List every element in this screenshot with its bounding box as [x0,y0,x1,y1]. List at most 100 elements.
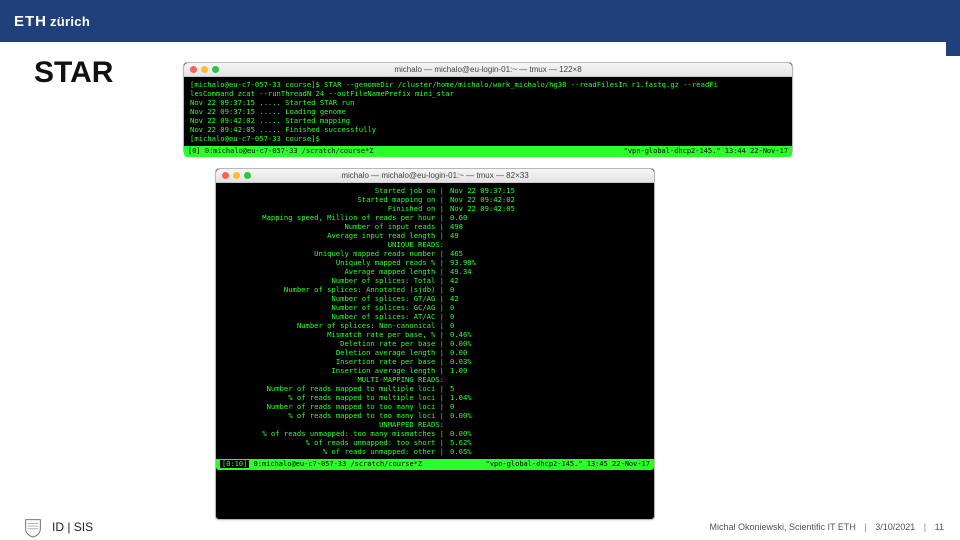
log-value: Nov 22 09:42:05 [447,204,617,213]
terminal1-body: [michalo@eu-c7-057-33 course]$ STAR --ge… [184,77,792,146]
log-label: Number of splices: Non-canonical | [222,321,447,330]
log-value: 1.04% [447,393,617,402]
log-value: 0.00 [447,348,617,357]
zoom-icon[interactable] [244,172,251,179]
log-label: UNMAPPED READS: [222,420,447,429]
log-row: Number of reads mapped to too many loci … [222,402,648,411]
log-row: Deletion average length |0.00 [222,348,648,357]
log-value: 0.05% [447,447,617,456]
log-label: Insertion average length | [222,366,447,375]
log-value: 0 [447,321,617,330]
terminal2-statusbar: [0:10] 0:michalo@eu-c7-057-33 /scratch/c… [216,459,654,470]
log-label: Started mapping on | [222,195,447,204]
terminal1-status-right: "vpn-global-dhcp2-145." 13:44 22-Nov-17 [624,147,788,156]
log-value: 0 [447,402,617,411]
log-row: Finished on |Nov 22 09:42:05 [222,204,648,213]
terminal2-body: Started job on |Nov 22 09:37:15Started m… [216,183,654,459]
terminal2-title: michalo — michalo@eu-login-01:~ — tmux —… [341,171,528,180]
log-label: Average mapped length | [222,267,447,276]
log-value: 0 [447,285,617,294]
minimize-icon[interactable] [201,66,208,73]
log-label: % of reads unmapped: too short | [222,438,447,447]
log-label: Number of splices: Total | [222,276,447,285]
header-bar: ETH zürich [0,0,960,42]
footer-page: 11 [935,522,944,532]
terminal1-statusbar: [0] 0:michalo@eu-c7-057-33 /scratch/cour… [184,146,792,157]
log-row: Number of splices: Annotated (sjdb) |0 [222,285,648,294]
log-row: Insertion rate per base |0.03% [222,357,648,366]
log-value: Nov 22 09:42:02 [447,195,617,204]
log-row: % of reads unmapped: too many mismatches… [222,429,648,438]
log-label: Average input read length | [222,231,447,240]
log-row: Average input read length |49 [222,231,648,240]
log-value [447,240,617,249]
log-value: 93.98% [447,258,617,267]
log-value: 0.03% [447,357,617,366]
log-label: Number of input reads | [222,222,447,231]
log-row: Deletion rate per base |0.00% [222,339,648,348]
terminal-window-command: michalo — michalo@eu-login-01:~ — tmux —… [183,62,793,154]
log-row: % of reads unmapped: too short |5.62% [222,438,648,447]
footer-meta: Michal Okoniewski, Scientific IT ETH | 3… [709,522,944,532]
zoom-icon[interactable] [212,66,219,73]
log-row: MULTI-MAPPING READS: [222,375,648,384]
minimize-icon[interactable] [233,172,240,179]
log-row: Mismatch rate per base, % |0.46% [222,330,648,339]
slide-title: STAR [34,56,113,90]
log-value: 49 [447,231,617,240]
log-row: Average mapped length |49.34 [222,267,648,276]
log-label: Number of reads mapped to too many loci … [222,402,447,411]
log-row: % of reads mapped to multiple loci |1.04… [222,393,648,402]
terminal2-status-right: "vpn-global-dhcp2-145." 13:45 22-Nov-17 [486,460,650,469]
log-value: 5.62% [447,438,617,447]
log-row: Number of splices: GC/AG |0 [222,303,648,312]
footer-author: Michal Okoniewski, Scientific IT ETH [709,522,855,532]
log-label: Mismatch rate per base, % | [222,330,447,339]
log-label: % of reads unmapped: other | [222,447,447,456]
log-row: Number of reads mapped to multiple loci … [222,384,648,393]
log-value: 49.34 [447,267,617,276]
log-label: Deletion average length | [222,348,447,357]
log-label: Insertion rate per base | [222,357,447,366]
log-row: Number of splices: GT/AG |42 [222,294,648,303]
log-value [447,420,617,429]
log-value: 5 [447,384,617,393]
eth-logo: ETH zürich [14,11,90,31]
log-label: Uniquely mapped reads number | [222,249,447,258]
log-value: 0 [447,312,617,321]
log-label: Number of splices: AT/AC | [222,312,447,321]
log-row: Started job on |Nov 22 09:37:15 [222,186,648,195]
log-label: Deletion rate per base | [222,339,447,348]
log-label: Number of splices: Annotated (sjdb) | [222,285,447,294]
log-label: Number of reads mapped to multiple loci … [222,384,447,393]
slide-footer: ID | SIS Michal Okoniewski, Scientific I… [0,514,960,540]
close-icon[interactable] [190,66,197,73]
log-row: % of reads mapped to too many loci |0.00… [222,411,648,420]
log-value: 0.60 [447,213,617,222]
log-value [447,375,617,384]
log-label: Number of splices: GT/AG | [222,294,447,303]
log-label: Started job on | [222,186,447,195]
log-row: Started mapping on |Nov 22 09:42:02 [222,195,648,204]
log-row: Number of splices: Total |42 [222,276,648,285]
terminal2-titlebar: michalo — michalo@eu-login-01:~ — tmux —… [216,169,654,183]
log-value: 0.00% [447,411,617,420]
log-label: MULTI-MAPPING READS: [222,375,447,384]
log-row: UNMAPPED READS: [222,420,648,429]
close-icon[interactable] [222,172,229,179]
log-row: Mapping speed, Million of reads per hour… [222,213,648,222]
log-row: Number of splices: Non-canonical |0 [222,321,648,330]
log-value: 0.46% [447,330,617,339]
log-value: 0 [447,303,617,312]
logo-eth-text: ETH [14,13,47,30]
log-row: Insertion average length |1.00 [222,366,648,375]
log-value: Nov 22 09:37:15 [447,186,617,195]
log-value: 465 [447,249,617,258]
log-value: 42 [447,294,617,303]
log-value: 498 [447,222,617,231]
log-label: Mapping speed, Million of reads per hour… [222,213,447,222]
terminal-window-log: michalo — michalo@eu-login-01:~ — tmux —… [215,168,655,520]
eth-crest-icon [22,516,44,538]
logo-sub-text: zürich [50,14,90,29]
log-label: % of reads mapped to multiple loci | [222,393,447,402]
